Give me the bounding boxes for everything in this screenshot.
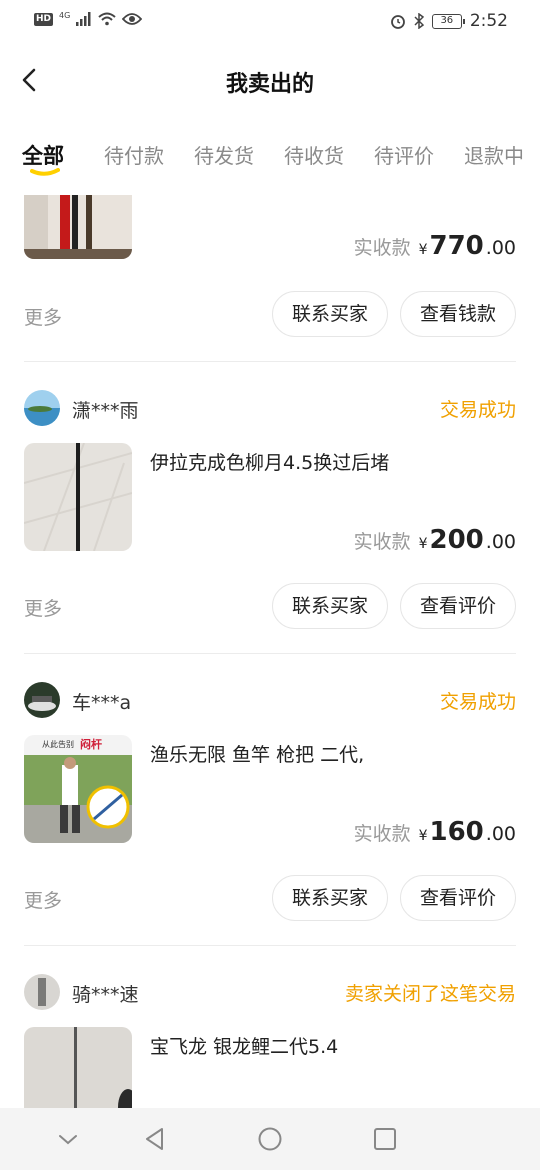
thumbnail-brand: 闷杆: [80, 737, 102, 751]
price-row: 实收款 ¥ 770 .00: [354, 231, 516, 261]
price-integer: 770: [429, 231, 484, 261]
view-review-button[interactable]: 查看评价: [400, 583, 516, 629]
contact-buyer-button[interactable]: 联系买家: [272, 291, 388, 337]
order-status: 卖家关闭了这笔交易: [344, 983, 516, 1005]
battery-indicator: 36: [431, 13, 465, 29]
product-thumbnail[interactable]: [24, 195, 132, 259]
more-link[interactable]: 更多: [24, 594, 62, 621]
signal-icon: [76, 12, 91, 26]
view-review-button[interactable]: 查看评价: [400, 875, 516, 921]
avatar[interactable]: [24, 682, 60, 718]
order-card[interactable]: 潇***雨 交易成功 伊拉克成色柳月4.5换过后堵 实收款 ¥ 200 .00 …: [24, 390, 516, 650]
nav-down-icon[interactable]: [55, 1126, 81, 1152]
view-payment-button[interactable]: 查看钱款: [400, 291, 516, 337]
page-title: 我卖出的: [225, 72, 314, 97]
alarm-icon: [390, 15, 405, 29]
avatar[interactable]: [24, 974, 60, 1010]
tab-all[interactable]: 全部: [22, 140, 64, 170]
bluetooth-icon: [414, 13, 424, 29]
currency-symbol: ¥: [418, 828, 428, 844]
product-thumbnail[interactable]: [24, 1027, 132, 1110]
divider: [24, 653, 516, 654]
header: 我卖出的: [0, 48, 540, 112]
price-decimal: .00: [485, 531, 516, 553]
contact-buyer-button[interactable]: 联系买家: [272, 875, 388, 921]
buyer-row: 车***a 交易成功: [24, 682, 516, 720]
order-status: 交易成功: [439, 399, 516, 421]
eye-icon: [122, 13, 143, 25]
tab-pending-payment[interactable]: 待付款: [104, 140, 164, 169]
contact-buyer-button[interactable]: 联系买家: [272, 583, 388, 629]
price-label: 实收款: [353, 237, 411, 259]
price-row: 实收款 ¥ 200 .00: [354, 525, 516, 555]
product-thumbnail[interactable]: [24, 443, 132, 551]
buyer-name: 骑***速: [72, 984, 139, 1006]
order-status: 交易成功: [439, 691, 516, 713]
price-integer: 200: [429, 525, 484, 555]
product-title[interactable]: 宝飞龙 银龙鲤二代5.4: [150, 1032, 338, 1059]
order-list: 实收款 ¥ 770 .00 更多 联系买家 查看钱款 潇***雨 交易成功 伊拉…: [0, 195, 540, 1110]
more-link[interactable]: 更多: [24, 886, 62, 913]
order-card[interactable]: 骑***速 卖家关闭了这笔交易 宝飞龙 银龙鲤二代5.4: [24, 974, 516, 1110]
nav-back-icon[interactable]: [142, 1126, 168, 1152]
status-bar: HD 4G 36 2:52: [0, 0, 540, 44]
price-decimal: .00: [485, 823, 516, 845]
divider: [24, 361, 516, 362]
price-label: 实收款: [353, 823, 411, 845]
product-title[interactable]: 伊拉克成色柳月4.5换过后堵: [150, 448, 389, 475]
system-nav-bar: [0, 1108, 540, 1170]
currency-symbol: ¥: [418, 536, 428, 552]
thumbnail-caption: 从此告别: [42, 739, 74, 749]
buyer-name: 潇***雨: [72, 400, 139, 422]
order-card[interactable]: 车***a 交易成功 从此告别 闷杆 渔乐无限 鱼竿 枪把 二代, 实收款 ¥ …: [24, 682, 516, 942]
price-decimal: .00: [485, 237, 516, 259]
divider: [24, 945, 516, 946]
price-integer: 160: [429, 817, 484, 847]
product-title[interactable]: 渔乐无限 鱼竿 枪把 二代,: [150, 740, 364, 767]
tab-refunding[interactable]: 退款中: [464, 140, 524, 169]
wifi-icon: [98, 12, 116, 26]
tab-bar: 全部 待付款 待发货 待收货 待评价 退款中: [0, 130, 540, 182]
clock: 2:52: [469, 11, 508, 31]
nav-home-icon[interactable]: [257, 1126, 283, 1152]
more-link[interactable]: 更多: [24, 303, 62, 330]
buyer-row: 潇***雨 交易成功: [24, 390, 516, 428]
order-card[interactable]: 实收款 ¥ 770 .00 更多 联系买家 查看钱款: [24, 195, 516, 337]
avatar[interactable]: [24, 390, 60, 426]
tab-active-indicator: [30, 168, 60, 176]
price-row: 实收款 ¥ 160 .00: [354, 817, 516, 847]
tab-pending-review[interactable]: 待评价: [374, 140, 434, 169]
nav-recents-icon[interactable]: [372, 1126, 398, 1152]
signal-type: 4G: [59, 10, 71, 20]
price-label: 实收款: [353, 531, 411, 553]
currency-symbol: ¥: [418, 242, 428, 258]
hd-badge: HD: [34, 12, 54, 26]
buyer-row: 骑***速 卖家关闭了这笔交易: [24, 974, 516, 1012]
tab-pending-shipment[interactable]: 待发货: [194, 140, 254, 169]
tab-pending-receipt[interactable]: 待收货: [284, 140, 344, 169]
product-thumbnail[interactable]: 从此告别 闷杆: [24, 735, 132, 843]
buyer-name: 车***a: [72, 692, 132, 714]
